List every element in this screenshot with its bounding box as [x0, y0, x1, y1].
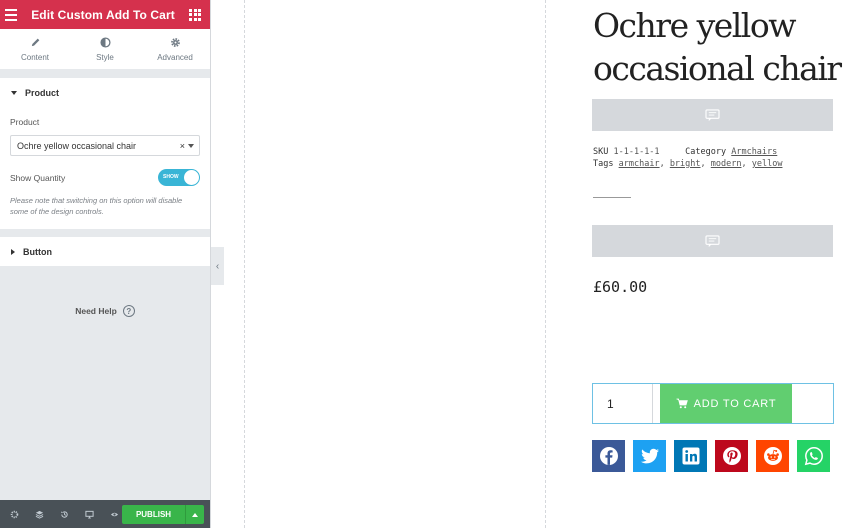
button-section: Button	[0, 236, 210, 266]
layers-icon[interactable]	[29, 504, 49, 524]
button-section-toggle[interactable]: Button	[0, 237, 210, 266]
cart-icon	[676, 398, 688, 409]
share-buttons	[592, 440, 830, 472]
tag-link[interactable]: bright	[670, 159, 701, 169]
tab-advanced-label: Advanced	[157, 52, 193, 62]
product-title: Ochre yellow occasional chair	[593, 6, 842, 88]
add-to-cart-button[interactable]: ADD TO CART	[660, 384, 792, 423]
product-section-body: Product Ochre yellow occasional chair × …	[0, 107, 210, 229]
hamburger-menu-icon[interactable]	[0, 0, 22, 29]
tab-advanced[interactable]: Advanced	[140, 29, 210, 69]
clear-selection-icon[interactable]: ×	[180, 141, 185, 151]
widgets-grid-icon[interactable]	[184, 0, 206, 29]
panel-tabs: Content Style Advanced	[0, 29, 210, 70]
product-section: Product Product Ochre yellow occasional …	[0, 78, 210, 229]
tab-content-label: Content	[20, 52, 50, 62]
show-quantity-label: Show Quantity	[10, 172, 66, 183]
panel-title: Edit Custom Add To Cart	[31, 7, 175, 22]
tab-style[interactable]: Style	[70, 29, 140, 69]
sku-value: 1-1-1-1-1	[613, 147, 660, 157]
product-section-toggle[interactable]: Product	[0, 78, 210, 107]
product-select-value: Ochre yellow occasional chair	[17, 140, 137, 151]
show-quantity-toggle[interactable]: SHOW	[158, 169, 200, 186]
share-pinterest-button[interactable]	[715, 440, 748, 472]
design-controls-note: Please note that switching on this optio…	[10, 196, 183, 216]
share-twitter-button[interactable]	[633, 440, 666, 472]
quantity-input[interactable]: 1	[593, 384, 653, 423]
show-quantity-row: Show Quantity SHOW	[10, 169, 200, 186]
product-select[interactable]: Ochre yellow occasional chair ×	[10, 135, 200, 156]
need-help-label: Need Help	[75, 306, 117, 316]
publish-options-button[interactable]	[185, 505, 204, 524]
add-to-cart-widget: 1 ADD TO CART	[592, 383, 834, 424]
product-label: Product	[10, 117, 40, 127]
facebook-icon	[599, 447, 618, 465]
pencil-icon	[31, 38, 39, 46]
share-reddit-button[interactable]	[756, 440, 789, 472]
reddit-icon	[763, 447, 782, 465]
toggle-knob	[184, 170, 199, 185]
half-circle-icon	[99, 36, 111, 48]
column-divider	[244, 0, 245, 528]
sku-label: SKU	[593, 147, 609, 157]
tag-link[interactable]: modern	[711, 159, 742, 169]
share-whatsapp-button[interactable]	[797, 440, 830, 472]
share-facebook-button[interactable]	[592, 440, 625, 472]
add-to-cart-label: ADD TO CART	[693, 397, 777, 410]
caret-down-icon	[11, 90, 17, 95]
panel-header: Edit Custom Add To Cart	[0, 0, 210, 29]
gear-icon	[170, 37, 180, 47]
help-icon: ?	[122, 305, 135, 317]
settings-gear-icon[interactable]	[4, 504, 24, 524]
preview-eye-icon[interactable]	[104, 504, 124, 524]
divider	[593, 197, 631, 198]
pinterest-icon	[722, 447, 741, 465]
category-link[interactable]: Armchairs	[731, 147, 777, 157]
responsive-mode-icon[interactable]	[79, 504, 99, 524]
caret-right-icon	[11, 248, 15, 255]
collapse-panel-button[interactable]: ‹	[211, 247, 224, 285]
editor-panel: Edit Custom Add To Cart Content Style Ad…	[0, 0, 211, 528]
whatsapp-icon	[804, 447, 823, 466]
tags-label: Tags	[593, 159, 614, 169]
product-meta-tags: Tags armchair, bright, modern, yellow	[593, 159, 783, 169]
chevron-down-icon	[188, 144, 194, 148]
product-meta-sku: SKU 1-1-1-1-1 Category Armchairs	[593, 147, 777, 157]
history-icon[interactable]	[54, 504, 74, 524]
share-linkedin-button[interactable]	[674, 440, 707, 472]
need-help-link[interactable]: Need Help ?	[0, 305, 210, 317]
tag-link[interactable]: armchair	[619, 159, 660, 169]
widget-placeholder[interactable]	[592, 225, 833, 257]
category-label: Category	[685, 147, 727, 157]
panel-footer: PUBLISH	[0, 500, 210, 528]
publish-button[interactable]: PUBLISH	[122, 505, 185, 524]
chevron-up-icon	[192, 512, 198, 517]
linkedin-icon	[682, 447, 699, 465]
tab-style-label: Style	[96, 52, 114, 62]
button-section-heading: Button	[23, 246, 52, 257]
column-divider	[545, 0, 546, 528]
product-price: £60.00	[593, 278, 648, 296]
tab-content[interactable]: Content	[0, 29, 70, 69]
tag-link[interactable]: yellow	[752, 159, 783, 169]
widget-placeholder[interactable]	[592, 99, 833, 131]
comment-placeholder-icon	[705, 108, 720, 121]
toggle-state-label: SHOW	[163, 174, 179, 180]
twitter-icon	[640, 448, 659, 464]
product-section-heading: Product	[25, 87, 60, 98]
comment-placeholder-icon	[705, 234, 720, 247]
